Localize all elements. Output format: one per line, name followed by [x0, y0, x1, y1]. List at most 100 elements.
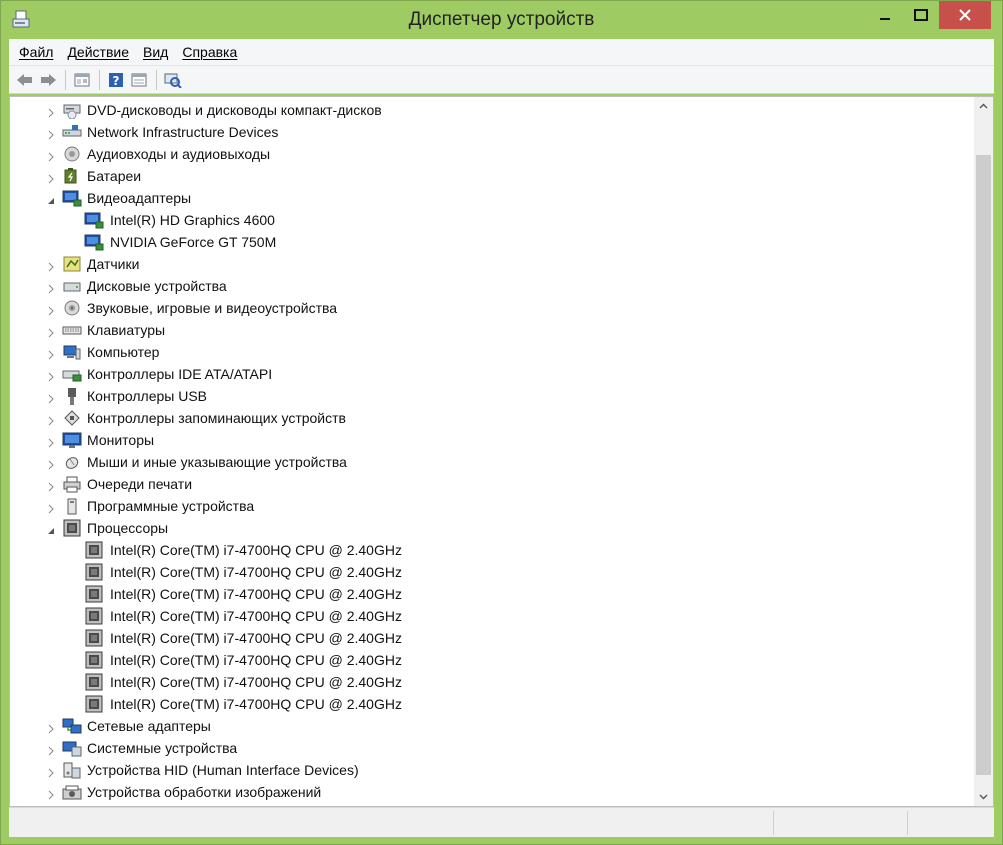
- chevron-collapsed-icon[interactable]: [46, 171, 56, 184]
- chevron-collapsed-icon[interactable]: [46, 149, 56, 162]
- tree-child-item[interactable]: Intel(R) Core(TM) i7-4700HQ CPU @ 2.40GH…: [10, 583, 972, 605]
- view-button[interactable]: [128, 69, 150, 91]
- tree-child-item[interactable]: Intel(R) Core(TM) i7-4700HQ CPU @ 2.40GH…: [10, 627, 972, 649]
- tree-child-item[interactable]: NVIDIA GeForce GT 750M: [10, 231, 972, 253]
- scan-hardware-button[interactable]: [162, 69, 184, 91]
- tree-child-item[interactable]: Intel(R) Core(TM) i7-4700HQ CPU @ 2.40GH…: [10, 539, 972, 561]
- chevron-up-icon: [979, 103, 988, 109]
- network-device-icon: [62, 123, 82, 141]
- tree-category-item[interactable]: Звуковые, игровые и видеоустройства: [10, 297, 972, 319]
- tree-item-label: Процессоры: [87, 520, 169, 536]
- tree-item-label: Аудиовходы и аудиовыходы: [87, 146, 271, 162]
- chevron-collapsed-icon[interactable]: [46, 787, 56, 800]
- toolbar-separator: [99, 69, 100, 90]
- window-title: Диспетчер устройств: [408, 9, 595, 30]
- toolbar-separator: [156, 69, 157, 90]
- status-pane: [773, 811, 907, 835]
- title-bar[interactable]: Диспетчер устройств: [1, 1, 1002, 39]
- chevron-collapsed-icon[interactable]: [46, 391, 56, 404]
- tree-child-item[interactable]: Intel(R) HD Graphics 4600: [10, 209, 972, 231]
- tree-category-item[interactable]: Мониторы: [10, 429, 972, 451]
- chevron-collapsed-icon[interactable]: [46, 347, 56, 360]
- processor-icon: [84, 585, 104, 603]
- chevron-collapsed-icon[interactable]: [46, 765, 56, 778]
- close-button[interactable]: [939, 1, 991, 29]
- tree-category-item[interactable]: Сетевые адаптеры: [10, 715, 972, 737]
- tree-category-item[interactable]: Очереди печати: [10, 473, 972, 495]
- minimize-icon: [880, 18, 890, 20]
- properties-button[interactable]: [71, 69, 93, 91]
- chevron-collapsed-icon[interactable]: [46, 479, 56, 492]
- tree-category-item[interactable]: Программные устройства: [10, 495, 972, 517]
- tree-category-item[interactable]: Процессоры: [10, 517, 972, 539]
- tree-category-item[interactable]: Устройства HID (Human Interface Devices): [10, 759, 972, 781]
- chevron-collapsed-icon[interactable]: [46, 281, 56, 294]
- chevron-collapsed-icon[interactable]: [46, 435, 56, 448]
- tree-child-item[interactable]: Intel(R) Core(TM) i7-4700HQ CPU @ 2.40GH…: [10, 605, 972, 627]
- tree-category-item[interactable]: Дисковые устройства: [10, 275, 972, 297]
- tree-child-item[interactable]: Intel(R) Core(TM) i7-4700HQ CPU @ 2.40GH…: [10, 561, 972, 583]
- tree-category-item[interactable]: Контроллеры запоминающих устройств: [10, 407, 972, 429]
- tree-item-label: Контроллеры USB: [87, 388, 207, 404]
- tree-category-item[interactable]: Датчики: [10, 253, 972, 275]
- vertical-scrollbar[interactable]: [974, 97, 993, 806]
- tree-category-item[interactable]: Network Infrastructure Devices: [10, 121, 972, 143]
- help-button[interactable]: ?: [105, 69, 127, 91]
- device-tree[interactable]: DVD-дисководы и дисководы компакт-дисков…: [9, 96, 994, 807]
- ide-controller-icon: [62, 365, 82, 383]
- scrollbar-thumb[interactable]: [976, 155, 991, 775]
- tree-item-label: NVIDIA GeForce GT 750M: [110, 234, 277, 250]
- back-button[interactable]: [14, 69, 36, 91]
- chevron-collapsed-icon[interactable]: [46, 457, 56, 470]
- maximize-icon: [914, 9, 928, 21]
- chevron-collapsed-icon[interactable]: [46, 127, 56, 140]
- menu-view[interactable]: Вид: [143, 44, 168, 60]
- tree-category-item[interactable]: Системные устройства: [10, 737, 972, 759]
- tree-category-item[interactable]: Аудиовходы и аудиовыходы: [10, 143, 972, 165]
- chevron-collapsed-icon[interactable]: [46, 743, 56, 756]
- chevron-collapsed-icon[interactable]: [46, 259, 56, 272]
- display-adapter-icon: [84, 211, 104, 229]
- menu-help[interactable]: Справка: [182, 44, 237, 60]
- tree-item-label: Программные устройства: [87, 498, 255, 514]
- chevron-collapsed-icon[interactable]: [46, 303, 56, 316]
- tree-category-item[interactable]: Клавиатуры: [10, 319, 972, 341]
- tree-category-item[interactable]: Контроллеры IDE ATA/ATAPI: [10, 363, 972, 385]
- tree-category-item[interactable]: Батареи: [10, 165, 972, 187]
- chevron-collapsed-icon[interactable]: [46, 325, 56, 338]
- maximize-button[interactable]: [903, 1, 939, 29]
- tree-category-item[interactable]: Видеоадаптеры: [10, 187, 972, 209]
- tree-child-item[interactable]: Intel(R) Core(TM) i7-4700HQ CPU @ 2.40GH…: [10, 649, 972, 671]
- tree-category-item[interactable]: DVD-дисководы и дисководы компакт-дисков: [10, 99, 972, 121]
- tree-item-label: Датчики: [87, 256, 140, 272]
- chevron-collapsed-icon[interactable]: [46, 501, 56, 514]
- toolbar-separator: [65, 69, 66, 90]
- keyboard-icon: [62, 321, 82, 339]
- scroll-down-button[interactable]: [974, 788, 993, 806]
- forward-icon: [41, 73, 56, 86]
- menu-bar: Файл Действие Вид Справка: [9, 39, 994, 66]
- tree-child-item[interactable]: Intel(R) Core(TM) i7-4700HQ CPU @ 2.40GH…: [10, 693, 972, 715]
- tree-item-label: Устройства обработки изображений: [87, 784, 322, 800]
- chevron-collapsed-icon[interactable]: [46, 105, 56, 118]
- chevron-expanded-icon[interactable]: [46, 193, 56, 204]
- tree-item-label: Intel(R) Core(TM) i7-4700HQ CPU @ 2.40GH…: [110, 674, 402, 690]
- forward-button[interactable]: [37, 69, 59, 91]
- tree-category-item[interactable]: Мыши и иные указывающие устройства: [10, 451, 972, 473]
- chevron-collapsed-icon[interactable]: [46, 413, 56, 426]
- menu-file[interactable]: Файл: [19, 44, 53, 60]
- scroll-up-button[interactable]: [974, 97, 993, 115]
- device-tree-rows: DVD-дисководы и дисководы компакт-дисков…: [10, 99, 972, 803]
- chevron-collapsed-icon[interactable]: [46, 369, 56, 382]
- menu-action[interactable]: Действие: [67, 44, 129, 60]
- processor-icon: [84, 563, 104, 581]
- chevron-expanded-icon[interactable]: [46, 523, 56, 534]
- display-adapter-icon: [62, 189, 82, 207]
- tree-category-item[interactable]: Компьютер: [10, 341, 972, 363]
- storage-controller-icon: [62, 409, 82, 427]
- chevron-collapsed-icon[interactable]: [46, 721, 56, 734]
- tree-category-item[interactable]: Контроллеры USB: [10, 385, 972, 407]
- tree-category-item[interactable]: Устройства обработки изображений: [10, 781, 972, 803]
- tree-child-item[interactable]: Intel(R) Core(TM) i7-4700HQ CPU @ 2.40GH…: [10, 671, 972, 693]
- system-device-icon: [62, 739, 82, 757]
